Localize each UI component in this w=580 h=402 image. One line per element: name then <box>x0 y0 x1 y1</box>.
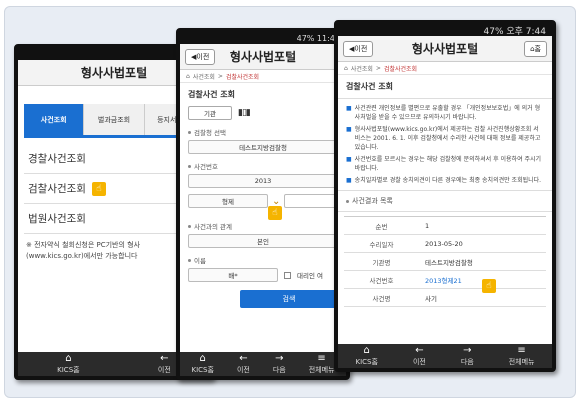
app-title: 형사사법포털 <box>80 66 148 80</box>
app-title: 형사사법포털 <box>229 50 297 64</box>
nav-prev[interactable]: ← 이전 <box>158 352 171 375</box>
status-bar: 47% 오후 7:44 <box>338 24 552 37</box>
barcode-icon: ▮▯▮ <box>238 108 251 118</box>
table-row: 순번 1 <box>344 217 546 235</box>
table-row: 수리일자 2013-05-20 <box>344 235 546 253</box>
chevron-down-icon[interactable]: ⌄ <box>272 196 280 207</box>
breadcrumb: ⌂ 사건조회 > 검찰사건조회 <box>180 70 346 83</box>
type-select[interactable]: 형제 <box>188 194 268 208</box>
tab-fine[interactable]: 벌과금조회 <box>83 104 144 135</box>
agency-button[interactable]: 기관 <box>188 106 232 120</box>
agency-select[interactable]: 테스트지방검찰청 <box>188 140 338 154</box>
menu-icon: ≡ <box>517 344 526 356</box>
page-title: 검찰사건 조회 <box>188 90 235 99</box>
table-row[interactable]: 사건번호 2013형제21 ☝ <box>344 271 546 293</box>
list-item: ■ 사건번호를 모르시는 경우는 해당 검찰청에 문의하셔서 후 이용하여 주시기… <box>346 156 542 172</box>
bottom-nav: ⌂ KICS홈 ← 이전 → 다음 ≡ 전체메뉴 <box>180 352 346 376</box>
list-item: ■ 송치일자별로 경찰 송치의견이 다른 경우에는 최종 송치의견만 조회됩니다. <box>346 177 542 184</box>
result-table: 순번 1 수리일자 2013-05-20 기관명 테스트지방검찰청 사건번호 2013형… <box>344 216 546 307</box>
name-input[interactable]: 배* <box>188 268 278 282</box>
back-button[interactable]: ◀이전 <box>185 49 216 65</box>
pointer-hand-icon: ☝ <box>268 206 282 220</box>
home-button[interactable]: ⌂ 홈 <box>524 41 547 57</box>
nav-home[interactable]: ⌂ KICS홈 <box>57 352 79 375</box>
menu-item-label: 법원사건조회 <box>28 213 86 225</box>
proxy-label: 대리인 여 <box>297 272 323 280</box>
back-button[interactable]: ◀이전 <box>343 41 374 57</box>
pointer-hand-icon: ☝ <box>482 279 496 293</box>
notice-list: ■ 사건관련 개인정보를 별편으로 유출할 경우 「개인정보보호법」에 의거 형사… <box>338 99 552 190</box>
search-button[interactable]: 검색 <box>240 290 338 308</box>
case-number-input[interactable] <box>284 194 338 208</box>
arrow-left-icon: ← <box>239 352 248 364</box>
status-bar: 47% 11:45 <box>180 32 346 44</box>
name-label: 이름 <box>180 252 346 268</box>
table-row: 사건명 사기 <box>344 289 546 307</box>
arrow-right-icon: → <box>463 344 472 356</box>
pointer-hand-icon: ☝ <box>91 181 106 196</box>
app-title: 형사사법포털 <box>411 42 479 56</box>
case-no-label: 사건번호 <box>180 158 346 174</box>
phone-screen-3: 47% 오후 7:44 ◀이전 형사사법포털 ⌂ 홈 ⌂ 사건조회 > 검찰사건조… <box>334 20 556 372</box>
table-row: 기관명 테스트지방검찰청 <box>344 253 546 271</box>
nav-menu[interactable]: ≡ 전체메뉴 <box>509 344 535 367</box>
nav-home[interactable]: ⌂ KICS홈 <box>192 352 214 375</box>
home-icon: ⌂ <box>363 344 370 356</box>
nav-prev[interactable]: ← 이전 <box>237 352 250 375</box>
nav-next[interactable]: → 다음 <box>273 352 286 375</box>
list-item: ■ 형사사법포털(www.kics.go.kr)에서 제공하는 검찰 사건진행상황… <box>346 126 541 151</box>
home-icon: ⌂ <box>199 352 206 364</box>
result-title: 사건결과 목록 <box>338 190 552 212</box>
agency-label: 검찰청 선택 <box>180 124 346 140</box>
status-text: 47% 오후 7:44 <box>483 26 547 37</box>
nav-next[interactable]: → 다음 <box>461 344 474 367</box>
breadcrumb: ⌂ 사건조회 > 검찰사건조회 <box>338 62 552 75</box>
page-title: 검찰사건 조회 <box>338 75 552 99</box>
list-item: ■ 사건관련 개인정보를 별편으로 유출할 경우 「개인정보보호법」에 의거 형사… <box>346 105 541 121</box>
menu-icon: ≡ <box>317 352 326 364</box>
app-bar: ◀이전 형사사법포털 ⌂ 홈 <box>338 36 552 62</box>
phone-screen-2: 47% 11:45 ◀이전 형사사법포털 ⌂ 사건조회 > 검찰사건조회 검찰사… <box>176 28 350 380</box>
relation-label: 사건과의 관계 <box>180 218 346 234</box>
app-bar: ◀이전 형사사법포털 <box>180 44 346 70</box>
arrow-left-icon: ← <box>415 344 424 356</box>
relation-select[interactable]: 본인 <box>188 234 338 248</box>
menu-item-label: 검찰사건조회 <box>28 183 86 195</box>
arrow-right-icon: → <box>275 352 284 364</box>
home-icon: ⌂ <box>186 72 190 80</box>
bottom-nav: ⌂ KICS홈 ← 이전 → 다음 ≡ 전체메뉴 <box>338 344 552 368</box>
tab-case[interactable]: 사건조회 <box>24 104 84 135</box>
arrow-left-icon: ← <box>160 352 169 364</box>
nav-home[interactable]: ⌂ KICS홈 <box>356 344 378 367</box>
year-select[interactable]: 2013 <box>188 174 338 188</box>
nav-prev[interactable]: ← 이전 <box>413 344 426 367</box>
home-icon: ⌂ <box>344 64 348 72</box>
menu-item-label: 경찰사건조회 <box>28 153 86 165</box>
proxy-checkbox[interactable] <box>284 271 291 279</box>
home-icon: ⌂ <box>65 352 72 364</box>
nav-menu[interactable]: ≡ 전체메뉴 <box>309 352 335 375</box>
